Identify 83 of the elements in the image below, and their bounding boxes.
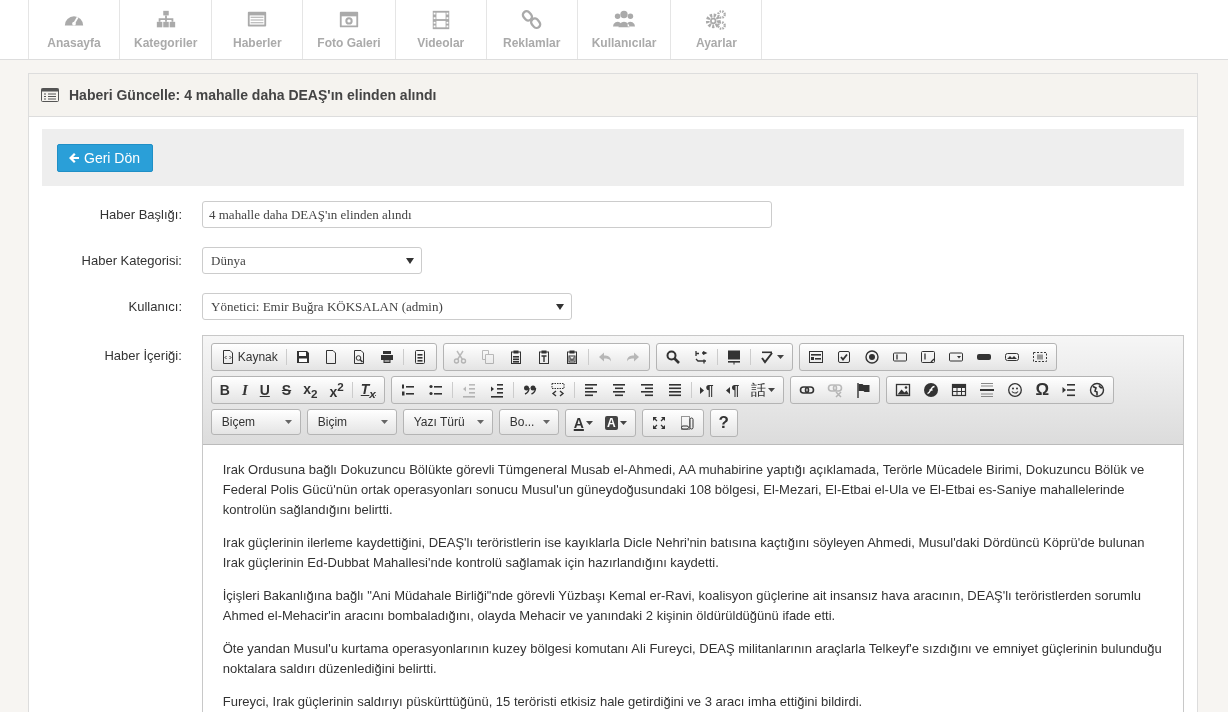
subscript-button[interactable]: x$_{2}$ — [297, 379, 324, 401]
globe-icon — [1089, 382, 1106, 398]
smiley-icon — [1007, 382, 1024, 398]
scissors-icon — [451, 349, 468, 365]
triangle-icon — [699, 386, 704, 394]
checkbox-icon — [835, 349, 852, 365]
format-dropdown[interactable]: Yazı Türü — [402, 409, 493, 435]
broken-link-icon — [827, 382, 844, 398]
format-dropdown[interactable]: Bo... — [498, 409, 559, 435]
paragraph: İçişleri Bakanlığına bağlı "Ani Müdahale Birliği"nde görevli Yüzbaşı Kemal er-Ravi, koalisyon güçlerine ait insansız hava aracının, DEAŞ'lı teröristlerden sorumlu Ahmed el-Mehacir'in aracını bombaladığını, olayda Mehacir ve yanındaki 2 kişinin öldürüldüğünü ifade etti. — [222, 587, 1143, 625]
bold-button[interactable]: B — [213, 379, 236, 401]
select-field-icon — [947, 349, 964, 365]
table-icon — [951, 382, 968, 398]
italic-button[interactable]: I — [235, 379, 254, 401]
align-left-icon — [582, 382, 599, 398]
expand-arrows-icon — [650, 415, 667, 431]
bulleted-list-icon — [427, 382, 444, 398]
image-icon — [895, 382, 912, 398]
text-block-icon — [725, 349, 742, 365]
user-select[interactable]: Yönetici: Emir Buğra KÖKSALAN (admin) — [202, 293, 572, 320]
chain-link-icon — [519, 9, 544, 31]
arrow-left-icon — [68, 151, 80, 164]
replace-arrows-icon — [692, 349, 709, 365]
input-field[interactable]: 4 mahalle daha DEAŞ'ın elinden alındı — [202, 201, 772, 228]
category-select[interactable]: Dünya — [202, 247, 422, 274]
format-dropdown[interactable]: Biçem — [210, 409, 301, 435]
list-icon — [41, 88, 59, 102]
panel-title: Haberi Güncelle: 4 mahalle daha DEAŞ'ın elinden alındı — [69, 87, 437, 103]
outdent-icon — [460, 382, 477, 398]
align-right-icon — [638, 382, 655, 398]
left-to-right-button[interactable]: ¶ — [693, 379, 720, 401]
caret-icon — [542, 420, 550, 424]
text-color-button[interactable]: A — [567, 412, 599, 434]
remove-format-button[interactable]: T$_{x}$ — [354, 379, 382, 401]
paragraph: Öte yandan Musul'u kurtama operasyonlarının kuzey bölgesi komutanı Ali Fureyci, DEAŞ militanlarının araçlarla Telkeyf'e sızdığını ve emniyet güçlerinin bulunduğu noktalara saldırı düzenlediğini belirtti. — [222, 640, 1163, 678]
radio-icon — [863, 349, 880, 365]
field-label: Haber İçeriği: — [103, 348, 182, 363]
code-brackets-icon — [549, 382, 566, 398]
triangle-icon — [725, 386, 730, 394]
search-icon — [664, 349, 681, 365]
justify-icon — [666, 382, 683, 398]
text-area-icon — [919, 349, 936, 365]
caret-icon — [380, 420, 388, 424]
page-break-icon — [1061, 382, 1078, 398]
caret-icon — [556, 303, 564, 310]
paragraph: Irak güçlerinin ilerleme kaydettiğini, DEAŞ'lı teröristlerin ise kayıklarla Dicle Nehri'nin batısına kaçtığını söyleyen Ahmedi, Musul'daki Dördüncü Köprü'de bulunan Irak güçlerinin Ed-Dubbat Mahallesi'nde kontrolü sağlamak için hazırlandığını kaydetti. — [222, 534, 1146, 572]
form-icon — [807, 349, 824, 365]
caret-icon — [776, 355, 784, 359]
flag-icon — [855, 382, 872, 398]
background-color-button[interactable]: A — [598, 412, 633, 434]
caret-icon — [619, 421, 627, 425]
flash-icon — [923, 382, 940, 398]
paragraph: Irak Ordusuna bağlı Dokuzuncu Bölükte görevli Tümgeneral Musab el-Ahmedi, AA muhabirine yaptığı açıklamada, Terörle Mücadele Birimi, Dokuzuncu Bölük ve Federal Polis Gücü'nün ortak operasyonları sonucu Musul'un güneydoğusundaki 108 bölgesi, El-Mezari, El-Etbai el-Ula ve El-Etbai es-Saniye mahallelerinde kontrolün sağlandığını belirtti. — [222, 461, 1146, 519]
text-field-icon — [891, 349, 908, 365]
special-character-button[interactable]: Ω — [1029, 379, 1056, 401]
strikethrough-button[interactable]: S — [275, 379, 298, 401]
align-center-icon — [610, 382, 627, 398]
format-dropdown[interactable]: Biçim — [306, 409, 397, 435]
field-label: Haber Kategorisi: — [80, 253, 182, 268]
caret-icon — [406, 257, 414, 264]
language-button[interactable]: 話 — [745, 379, 782, 401]
indent-icon — [488, 382, 505, 398]
numbered-list-icon — [399, 382, 416, 398]
caret-icon — [284, 420, 292, 424]
printer-icon — [378, 349, 395, 365]
field-label: Kullanıcı: — [127, 299, 182, 314]
superscript-button[interactable]: x$^{2}$ — [323, 379, 350, 401]
dashed-field-icon — [1031, 349, 1048, 365]
save-icon — [294, 349, 311, 365]
help-button[interactable]: ? — [712, 412, 735, 434]
caret-icon — [585, 421, 593, 425]
gears-icon — [704, 9, 729, 31]
right-to-left-button[interactable]: ¶ — [719, 379, 746, 401]
copy-icon — [479, 349, 496, 365]
paragraph: Fureyci, Irak güçlerinin saldırıyı püskürttüğünü, 15 teröristi etkisiz hale getirdiğini ve 3 aracı imha ettiğini bildirdi. — [222, 693, 864, 711]
source-button[interactable]: Kaynak — [213, 346, 284, 368]
checkmark-icon — [758, 349, 775, 365]
caret-icon — [768, 388, 776, 392]
underline-button[interactable]: U — [253, 379, 276, 401]
horizontal-rule-icon — [979, 382, 996, 398]
caret-icon — [476, 420, 484, 424]
dotted-block-icon — [678, 415, 695, 431]
field-label: Haber Başlığı: — [98, 207, 182, 222]
